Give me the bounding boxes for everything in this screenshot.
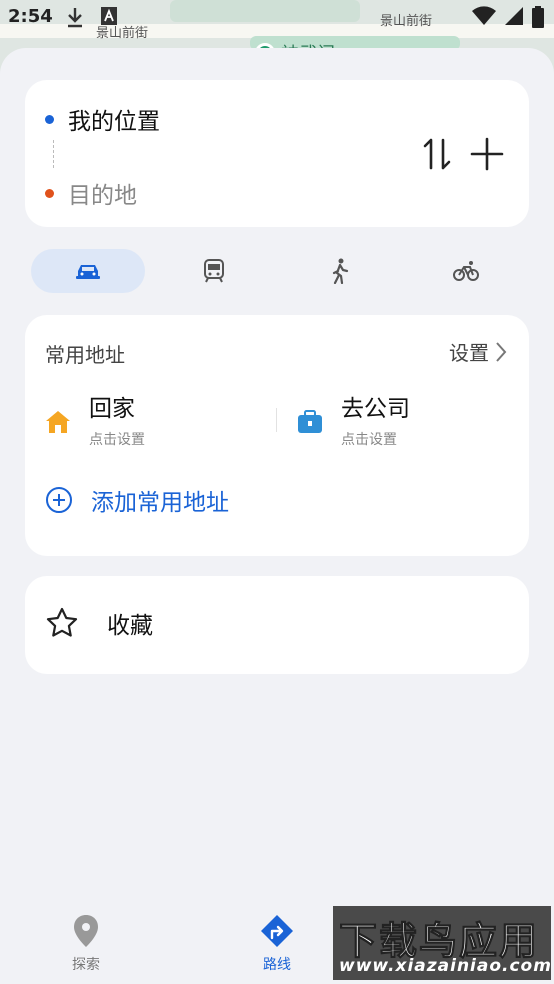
route-input-card: 我的位置 目的地 xyxy=(25,80,529,227)
wifi-icon xyxy=(472,6,496,26)
walk-icon xyxy=(332,258,349,284)
origin-dot-icon xyxy=(45,114,54,124)
collection-item[interactable]: 收藏 xyxy=(45,606,153,640)
location-pin-icon xyxy=(74,915,98,947)
tab-car[interactable] xyxy=(31,249,145,293)
status-icons-right xyxy=(472,6,544,28)
collection-label: 收藏 xyxy=(107,613,153,639)
add-circle-icon xyxy=(46,487,72,513)
destination-field[interactable]: 目的地 xyxy=(45,176,137,210)
status-bar: 2:54 xyxy=(0,0,554,36)
car-icon xyxy=(76,265,100,279)
add-common-address-button[interactable]: 添加常用地址 xyxy=(45,483,229,517)
common-addresses-card: 常用地址 设置 回家 点击设置 去公司 点击设置 添加常用地址 xyxy=(25,315,529,556)
destination-dot-icon xyxy=(45,188,54,198)
add-waypoint-icon[interactable] xyxy=(469,136,505,172)
star-icon xyxy=(46,607,78,637)
travel-mode-tabs xyxy=(31,249,529,293)
bike-icon xyxy=(453,261,479,281)
common-addresses-title: 常用地址 xyxy=(45,343,125,367)
status-time: 2:54 xyxy=(8,6,53,27)
status-icons-left xyxy=(66,6,118,28)
work-hint: 点击设置 xyxy=(341,432,397,448)
font-icon xyxy=(101,7,117,25)
watermark: 下载鸟应用 www.xiazainiao.com xyxy=(333,906,551,980)
swap-icon[interactable] xyxy=(423,136,451,172)
home-hint: 点击设置 xyxy=(89,432,145,448)
route-connector xyxy=(53,140,54,168)
signal-icon xyxy=(505,7,523,25)
tab-transit[interactable] xyxy=(157,249,271,293)
briefcase-icon xyxy=(298,410,322,433)
home-address-item[interactable]: 回家 点击设置 xyxy=(45,389,145,449)
add-common-address-label: 添加常用地址 xyxy=(91,490,229,516)
work-label: 去公司 xyxy=(341,396,410,422)
home-icon xyxy=(46,411,70,433)
place-divider xyxy=(276,408,277,432)
nav-route-label: 路线 xyxy=(263,957,291,973)
nav-explore-label: 探索 xyxy=(72,957,100,973)
download-icon xyxy=(68,8,82,28)
destination-label: 目的地 xyxy=(68,183,137,209)
settings-label: 设置 xyxy=(449,341,489,365)
nav-explore[interactable]: 探索 xyxy=(72,914,100,974)
origin-field[interactable]: 我的位置 xyxy=(45,102,160,136)
origin-label: 我的位置 xyxy=(68,109,160,135)
home-label: 回家 xyxy=(89,396,135,422)
route-sheet: 我的位置 目的地 常用地址 设置 回家 点击设置 去公司 点击设置 添加常用地址… xyxy=(0,48,554,984)
battery-icon xyxy=(532,6,544,28)
tab-walk[interactable] xyxy=(283,249,397,293)
chevron-right-icon xyxy=(496,341,507,362)
collection-card[interactable]: 收藏 xyxy=(25,576,529,674)
common-addresses-settings-button[interactable]: 设置 xyxy=(449,337,507,366)
nav-route[interactable]: 路线 xyxy=(260,914,294,974)
bus-icon xyxy=(204,259,224,283)
watermark-url: www.xiazainiao.com xyxy=(339,956,552,976)
tab-bike[interactable] xyxy=(409,249,523,293)
work-address-item[interactable]: 去公司 点击设置 xyxy=(297,389,410,449)
route-directions-icon xyxy=(261,915,293,947)
